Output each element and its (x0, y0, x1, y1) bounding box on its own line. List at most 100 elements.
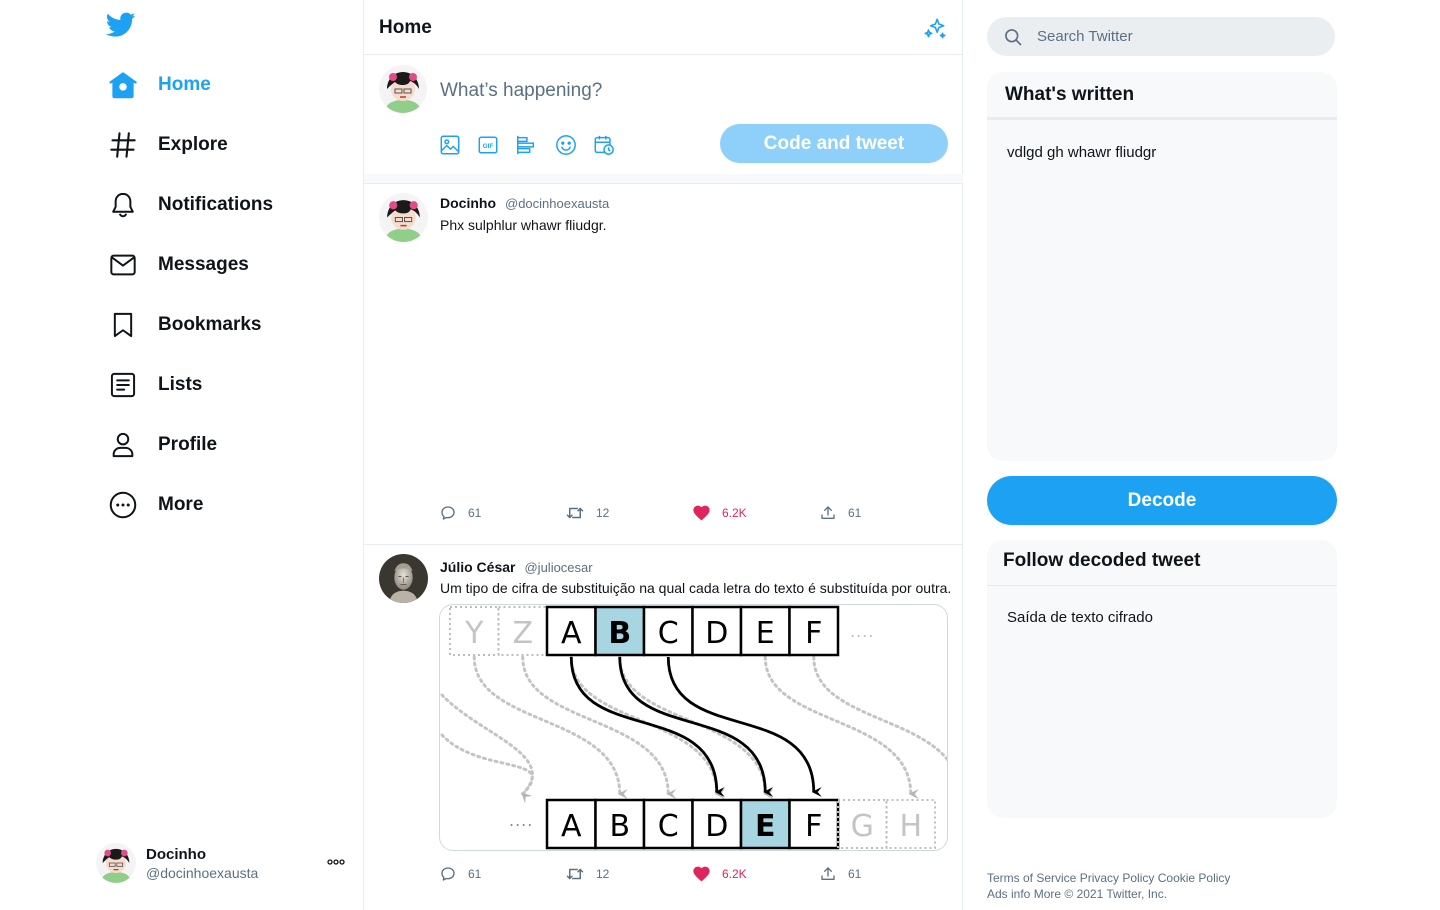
nav-item-lists[interactable]: Lists (106, 363, 202, 407)
reply-button[interactable]: 61 (440, 866, 481, 882)
retweet-icon (566, 868, 584, 880)
footer-link-privacy[interactable]: Privacy Policy (1080, 871, 1155, 885)
share-button[interactable]: 61 (820, 866, 861, 882)
shift-arrow (666, 656, 822, 797)
nav-label-explore: Explore (158, 134, 228, 155)
top-letter: D (705, 616, 728, 651)
nav-label-lists: Lists (158, 374, 203, 395)
divider (987, 117, 1337, 120)
like-button[interactable]: 6.2K (693, 505, 747, 521)
list-icon (106, 368, 140, 402)
search-bar[interactable] (987, 17, 1335, 56)
whats-written-text[interactable]: vdlgd gh whawr fliudgr (1007, 144, 1156, 161)
account-handle: @docinhoexausta (146, 864, 259, 881)
nav-item-more[interactable]: More (106, 483, 203, 527)
twitter-logo-icon[interactable] (105, 12, 140, 42)
envelope-icon (106, 248, 140, 282)
image-icon[interactable] (438, 133, 462, 157)
nav-item-messages[interactable]: Messages (106, 243, 249, 287)
top-letter: F (805, 616, 822, 651)
like-count: 6.2K (722, 867, 747, 881)
avatar (96, 843, 136, 883)
tweet-composer (364, 55, 962, 183)
nav-label-messages: Messages (158, 254, 249, 275)
like-button[interactable]: 6.2K (693, 866, 747, 882)
share-icon (821, 506, 835, 519)
footer-link-terms[interactable]: Terms of Service (987, 871, 1076, 885)
decoded-tweet-panel: Follow decoded tweet Saída de texto cifr… (987, 540, 1337, 818)
share-button[interactable]: 61 (820, 505, 861, 521)
left-navigation: Home Explore Notifications Messages Book… (0, 0, 364, 910)
ellipsis-left: .... (509, 811, 533, 830)
account-switcher[interactable]: Docinho @docinhoexausta (96, 840, 352, 886)
whats-written-panel: What's written vdlgd gh whawr fliudgr (987, 72, 1337, 461)
tweet-author-name[interactable]: Docinho (440, 195, 496, 211)
reply-button[interactable]: 61 (440, 505, 481, 521)
svg-text:GIF: GIF (483, 143, 494, 150)
compose-input[interactable] (440, 77, 940, 105)
top-letter: B (608, 616, 631, 651)
reply-icon (441, 506, 455, 520)
nav-label-notifications: Notifications (158, 194, 274, 215)
account-name: Docinho (146, 845, 206, 863)
footer-link-ads-info[interactable]: Ads info (987, 887, 1030, 901)
tweet-media-caesar-diagram[interactable]: Y Z A B C D E F.... A B C D E F G H.... (439, 604, 948, 851)
share-icon (821, 867, 835, 880)
decoded-tweet-text: Saída de texto cifrado (1007, 609, 1153, 626)
nav-item-profile[interactable]: Profile (106, 423, 217, 467)
nav-item-explore[interactable]: Explore (106, 123, 228, 167)
shift-arrow-faded (569, 655, 725, 799)
tweet-author-handle[interactable]: @juliocesar (524, 560, 592, 575)
nav-item-bookmarks[interactable]: Bookmarks (106, 303, 262, 347)
search-input[interactable] (1037, 28, 1317, 45)
retweet-count: 12 (596, 506, 610, 520)
page-title: Home (379, 17, 432, 38)
divider (987, 585, 1337, 586)
reply-count: 61 (468, 867, 482, 881)
bookmark-icon (106, 308, 140, 342)
footer-link-more[interactable]: More (1034, 887, 1061, 901)
nav-label-bookmarks: Bookmarks (158, 314, 262, 335)
retweet-button[interactable]: 12 (566, 505, 609, 521)
shift-arrow-faded (440, 733, 534, 804)
footer-link-cookies[interactable]: Cookie Policy (1158, 871, 1231, 885)
avatar[interactable] (379, 193, 428, 242)
tweet-author-handle[interactable]: @docinhoexausta (505, 196, 609, 211)
top-letter: A (561, 616, 582, 651)
retweet-button[interactable]: 12 (566, 866, 609, 882)
tweet-header: Júlio César @juliocesar (440, 559, 593, 575)
tweet-author-name[interactable]: Júlio César (440, 559, 515, 575)
shift-arrow-faded (812, 655, 947, 762)
nav-label-more: More (158, 494, 204, 515)
decode-button[interactable]: Decode (987, 476, 1337, 525)
search-icon (1005, 28, 1022, 45)
shift-arrow-faded (618, 655, 774, 799)
gif-icon[interactable]: GIF (476, 133, 500, 157)
user-icon (106, 428, 140, 462)
bottom-letter: B (609, 809, 630, 844)
bottom-letter: D (705, 809, 728, 844)
emoji-icon[interactable] (554, 133, 578, 157)
nav-label-home: Home (158, 74, 211, 95)
footer: Terms of Service Privacy Policy Cookie P… (987, 870, 1287, 902)
tweet-text: Phx sulphlur whawr fliudgr. (440, 217, 607, 233)
more-options-icon[interactable] (324, 852, 348, 872)
poll-icon[interactable] (514, 133, 538, 157)
nav-item-notifications[interactable]: Notifications (106, 183, 273, 227)
top-faded-letter: Y (464, 616, 484, 651)
shift-arrow-faded (763, 655, 919, 799)
schedule-icon[interactable] (592, 133, 616, 157)
whats-written-title: What's written (1005, 84, 1135, 105)
nav-item-home[interactable]: Home (106, 63, 211, 107)
reply-count: 61 (468, 506, 482, 520)
bottom-faded-letter: G (851, 809, 874, 844)
code-and-tweet-button[interactable]: Code and tweet (720, 124, 948, 163)
divider (364, 174, 963, 184)
bottom-letter: E (755, 809, 776, 844)
shift-arrow-faded (472, 655, 628, 799)
sparkle-icon[interactable] (922, 16, 948, 42)
avatar[interactable] (379, 554, 428, 603)
tweet[interactable]: Docinho @docinhoexausta Phx sulphlur wha… (364, 185, 963, 545)
share-count: 61 (848, 867, 862, 881)
hashtag-icon (106, 128, 140, 162)
